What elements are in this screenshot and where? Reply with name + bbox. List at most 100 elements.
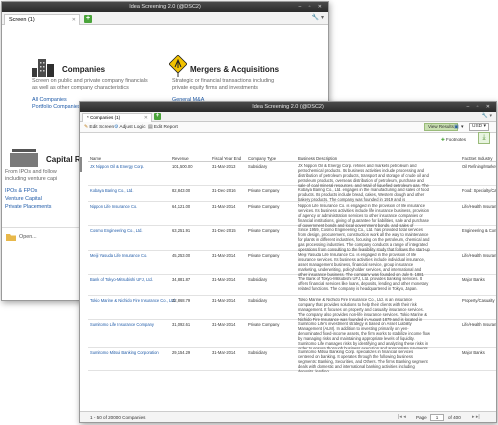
table-row[interactable]: JX Nippon Oil & Energy Corp. 101,500.00 31… (88, 162, 497, 187)
tools-menu[interactable]: 🔧 ▾ (482, 113, 492, 119)
cell-fiscal-year-end: 31-Mar-2014 (212, 253, 236, 258)
view-results-button[interactable]: View Results (424, 123, 458, 131)
tab-companies[interactable]: * Companies (1) ✕ (82, 113, 152, 122)
results-footer: 1 - 50 of 20000 Companies |◂ ◂ Page 1 of… (80, 411, 496, 422)
link-portfolio-companies[interactable]: Portfolio Companies (32, 104, 81, 111)
window-title: Idea Screening 2.0 (@DSC2) (252, 104, 324, 110)
edit-screen-button[interactable]: ✎ Edit Screen (84, 124, 114, 131)
first-page-icon[interactable]: |◂ ◂ (398, 414, 406, 420)
table-row[interactable]: Nippon Life Insurance Co. 64,121.00 31-Mar… (88, 202, 497, 227)
column-header-fiscal-year-end[interactable]: Fiscal Year End (212, 156, 241, 161)
chevron-down-icon[interactable]: ▾ (461, 124, 463, 131)
table-row[interactable]: Kobaya Baring Co., Ltd. 82,843.00 31-Dec-2… (88, 186, 497, 203)
download-icon[interactable]: ⤓ (478, 132, 490, 144)
companies-description-line-2: as well as other company characteristics (32, 85, 129, 91)
cell-fiscal-year-end: 31-Mar-2014 (212, 277, 236, 282)
table-row[interactable]: Cosmo Engineering Co., Ltd. 63,251.91 31-D… (88, 226, 497, 252)
cell-revenue: 32,868.79 (172, 298, 191, 303)
cell-factset-industry: Major Banks (462, 350, 485, 355)
cell-name[interactable]: Nippon Life Insurance Co. (90, 204, 137, 209)
cell-business-description: Meiji Yasuda Life Insurance Co. is engag… (298, 253, 425, 276)
column-header-name[interactable]: Name (90, 156, 101, 161)
page-input[interactable]: 1 (430, 414, 444, 421)
cell-fiscal-year-end: 31-Mar-2014 (212, 204, 236, 209)
next-page-icon[interactable]: ▸ ▸| (472, 414, 480, 420)
chevron-down-icon[interactable]: ▾ (489, 113, 492, 119)
window-controls[interactable]: – ▫ ✕ (298, 2, 325, 12)
companies-description-line-1: Screen on public and private company fin… (32, 78, 148, 84)
results-table-header: Name Revenue Fiscal Year End Company Typ… (88, 155, 496, 162)
companies-icon (32, 59, 54, 77)
cell-company-type: Private Company (248, 253, 280, 258)
merge-sign-icon (169, 55, 187, 77)
table-row[interactable]: Bank of Tokyo-Mitsubishi UFJ, Ltd. 34,881… (88, 275, 496, 296)
splitter-handle[interactable] (80, 157, 82, 172)
close-tab-icon[interactable]: ✕ (72, 15, 76, 25)
link-venture-capital[interactable]: Venture Capital (5, 196, 42, 203)
table-row[interactable]: Tokio Marine & Nichido Fire Insurance Co… (88, 296, 496, 321)
cell-fiscal-year-end: 31-Dec-2015 (212, 228, 236, 233)
cell-factset-industry: Engineering & Construction (462, 228, 497, 233)
adjust-logic-button[interactable]: ⚙ Adjust Logic (114, 124, 146, 131)
cell-fiscal-year-end: 31-Mar-2013 (212, 164, 236, 169)
cell-factset-industry: Food: Specialty/Candy (462, 188, 497, 193)
table-row[interactable]: Meiji Yasuda Life Insurance Co. 45,253.00… (88, 251, 496, 276)
add-tab-button[interactable]: + (84, 15, 92, 23)
cell-revenue: 45,253.00 (172, 253, 191, 258)
pencil-icon: ✎ (84, 125, 89, 130)
cell-name[interactable]: Sumitomo Mitsui Banking Corporation (90, 350, 159, 355)
cell-company-type: Subsidiary (248, 298, 268, 303)
open-button[interactable]: Open... (19, 234, 37, 241)
results-count: 1 - 50 of 20000 Companies (90, 415, 146, 420)
adjust-logic-label: Adjust Logic (119, 125, 146, 130)
cell-name[interactable]: Cosmo Engineering Co., Ltd. (90, 228, 143, 233)
save-icon[interactable]: ▣ (454, 124, 459, 131)
link-private-placements[interactable]: Private Placements (5, 204, 51, 211)
column-header-revenue[interactable]: Revenue (172, 156, 189, 161)
page-of-total: of 400 (448, 415, 461, 420)
link-all-companies[interactable]: All Companies (32, 97, 67, 104)
wrench-icon[interactable]: 🔧 (482, 113, 488, 119)
column-header-factset-industry[interactable]: FactSet Industry (462, 156, 493, 161)
window-controls[interactable]: – ▫ ✕ (466, 102, 493, 112)
tab-screen[interactable]: Screen (1) ✕ (4, 14, 80, 25)
currency-value: USD (472, 124, 483, 129)
cell-company-type: Private Company (248, 322, 280, 327)
column-header-business-description[interactable]: Business Description (298, 156, 337, 161)
link-ipos-fpos[interactable]: IPOs & FPOs (5, 188, 37, 195)
companies-title: Companies (62, 65, 106, 74)
footnotes-button[interactable]: ✚ Footnotes (441, 137, 466, 143)
edit-report-button[interactable]: ▤ Edit Report (148, 124, 178, 131)
currency-select[interactable]: USD ▾ (469, 123, 489, 131)
close-tab-icon[interactable]: ✕ (144, 114, 148, 122)
divider (2, 227, 80, 228)
cell-name[interactable]: Sumitomo Life Insurance Company (90, 322, 154, 327)
chevron-down-icon[interactable]: ▾ (321, 15, 324, 21)
cell-company-type: Subsidiary (248, 164, 268, 169)
cell-name[interactable]: Bank of Tokyo-Mitsubishi UFJ, Ltd. (90, 277, 153, 282)
cell-factset-industry: Life/Health Insurance (462, 204, 497, 209)
wrench-icon[interactable]: 🔧 (312, 15, 319, 21)
page-label: Page (416, 415, 427, 420)
cell-revenue: 31,092.61 (172, 322, 191, 327)
companies-window: Idea Screening 2.0 (@DSC2) – ▫ ✕ * Compa… (79, 101, 497, 423)
cell-name[interactable]: JX Nippon Oil & Energy Corp. (90, 164, 144, 169)
cell-business-description: Since 1959, Cosmo Engineering Co., Ltd. … (298, 228, 430, 252)
cell-name[interactable]: Kobaya Baring Co., Ltd. (90, 188, 133, 193)
add-tab-button[interactable]: + (154, 113, 161, 120)
cell-name[interactable]: Meiji Yasuda Life Insurance Co. (90, 253, 147, 258)
ma-description-line-1: Strategic or financial transactions incl… (172, 78, 275, 84)
cell-fiscal-year-end: 31-Mar-2014 (212, 350, 236, 355)
edit-report-label: Edit Report (153, 125, 178, 130)
cell-factset-industry: Oil Refining/Marketing (462, 164, 497, 169)
cell-company-type: Subsidiary (248, 350, 268, 355)
table-row[interactable]: Sumitomo Mitsui Banking Corporation 29,15… (88, 348, 496, 372)
folder-icon (6, 234, 16, 241)
column-header-company-type[interactable]: Company Type (248, 156, 276, 161)
logic-icon: ⚙ (114, 125, 119, 130)
cell-company-type: Private Company (248, 204, 280, 209)
table-row[interactable]: Sumitomo Life Insurance Company 31,092.61… (88, 320, 496, 349)
cell-name[interactable]: Tokio Marine & Nichido Fire Insurance Co… (90, 298, 176, 303)
cell-fiscal-year-end: 31-Mar-2014 (212, 298, 236, 303)
tools-menu[interactable]: 🔧 ▾ (312, 14, 324, 21)
